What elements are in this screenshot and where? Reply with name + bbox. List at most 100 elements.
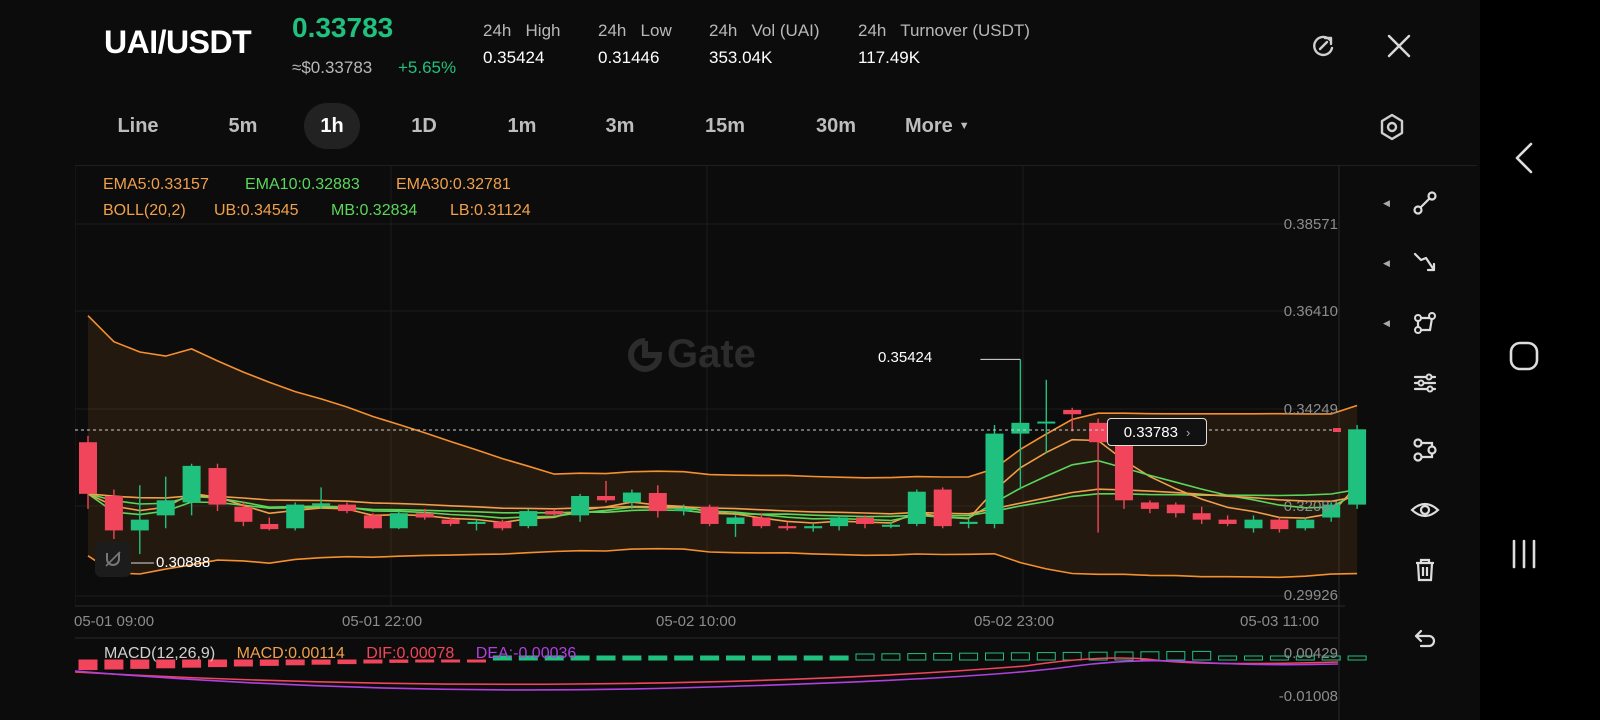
back-icon[interactable] <box>1509 140 1539 176</box>
stat-turnover-label: 24h Turnover (USDT) <box>858 21 1030 40</box>
trash-icon <box>1416 558 1434 582</box>
tab-30m[interactable]: 30m <box>796 103 876 149</box>
ray-tool[interactable]: ◀ <box>1375 233 1475 293</box>
candle-body <box>752 517 771 527</box>
candle-body <box>1270 519 1289 530</box>
timeframe-tabs: Line 5m 1h 1D 1m 3m 15m 30m More ▼ <box>95 102 985 150</box>
macd-histogram-bar <box>751 655 771 661</box>
refresh-icon[interactable] <box>1308 31 1338 61</box>
trend-line-icon <box>1413 191 1437 215</box>
candle-body <box>467 521 486 524</box>
candle-body <box>363 515 382 529</box>
stat-turnover-value: 117.49K <box>858 48 921 67</box>
candle-body <box>493 521 512 529</box>
y-tick-0: 0.38571 <box>1283 216 1338 233</box>
macd-histogram-bar <box>1062 651 1082 661</box>
macd-histogram-bar <box>1192 650 1212 661</box>
settings-icon[interactable] <box>1377 112 1407 142</box>
candle-body <box>1218 519 1237 524</box>
high-marker-label: 0.35424 <box>878 349 933 366</box>
candle-body <box>182 465 201 503</box>
shape-icon <box>1414 312 1436 334</box>
candle-body <box>648 492 667 512</box>
candle-body <box>1089 422 1108 443</box>
legend-ema10: EMA10:0.32883 <box>245 176 360 193</box>
y-tick-3: 0.32087 <box>1283 498 1338 515</box>
watermark-text: Gate <box>667 332 756 376</box>
candle-body <box>104 495 123 531</box>
candle-body <box>1115 442 1133 501</box>
macd-histogram-bar <box>907 653 927 661</box>
home-icon[interactable] <box>1508 340 1540 372</box>
candle-body <box>519 511 538 527</box>
expand-left-icon: ◀ <box>1383 197 1390 208</box>
candle-body <box>1011 422 1030 434</box>
trading-panel: UAI/USDT 0.33783 ≈$0.33783 +5.65% 24h Hi… <box>0 0 1480 720</box>
candle-body <box>1166 504 1185 514</box>
candle-body <box>1244 519 1263 529</box>
indicators-tool[interactable] <box>1375 353 1475 413</box>
candle-body <box>830 517 849 527</box>
kline-chart[interactable]: EMA5:0.33157 EMA10:0.32883 EMA30:0.32781… <box>74 165 1477 720</box>
eye-icon <box>1410 502 1440 518</box>
current-price-tag[interactable]: 0.33783 › <box>1107 418 1207 446</box>
tab-more[interactable]: More ▼ <box>905 103 985 149</box>
tab-5m[interactable]: 5m <box>198 103 288 149</box>
tab-line[interactable]: Line <box>95 103 181 149</box>
macd-histogram-bar <box>622 655 642 661</box>
candle-body <box>933 489 952 527</box>
candle-body <box>156 500 175 516</box>
y-tick-2: 0.34249 <box>1283 401 1338 418</box>
candle-body <box>338 504 356 512</box>
delete-tool[interactable] <box>1375 540 1475 600</box>
tab-1h[interactable]: 1h <box>304 103 360 149</box>
macd-histogram-bar <box>803 655 823 661</box>
candle-body <box>571 495 590 516</box>
macd-histogram-bar <box>1010 652 1030 661</box>
price-change: +5.65% <box>398 58 457 77</box>
x-tick-0: 05-01 09:00 <box>74 613 155 630</box>
macd-histogram-bar <box>829 655 849 661</box>
candle-body <box>804 526 823 529</box>
legend-lb: LB:0.31124 <box>450 202 531 219</box>
ray-icon <box>1413 252 1436 272</box>
macd-histogram-bar <box>648 655 668 661</box>
candle-body <box>597 495 615 501</box>
candle-body <box>234 506 253 522</box>
expand-left-icon: ◀ <box>1383 257 1390 268</box>
tab-1d[interactable]: 1D <box>384 103 464 149</box>
visibility-tool[interactable] <box>1375 480 1475 540</box>
macd-histogram-bar <box>959 652 979 661</box>
link-tool[interactable] <box>1375 420 1475 480</box>
caret-down-icon: ▼ <box>958 120 970 132</box>
close-icon[interactable] <box>1384 31 1414 61</box>
tab-15m[interactable]: 15m <box>685 103 765 149</box>
macd-histogram-bar <box>1166 651 1186 661</box>
tab-more-label: More <box>905 115 953 137</box>
legend-mb: MB:0.32834 <box>331 202 418 219</box>
usd-price: ≈$0.33783 <box>292 58 373 77</box>
candle-body <box>415 513 434 518</box>
chart-canvas[interactable] <box>75 166 1477 720</box>
undo-tool[interactable] <box>1375 608 1475 668</box>
recents-icon[interactable] <box>1508 538 1540 570</box>
candle-body <box>312 503 331 506</box>
tab-1m[interactable]: 1m <box>482 103 562 149</box>
candle-body <box>389 513 408 529</box>
candle-body <box>1348 429 1367 505</box>
trend-line-tool[interactable]: ◀ <box>1375 173 1475 233</box>
candle-body <box>79 442 97 494</box>
candle-body <box>726 517 745 524</box>
trading-pair-title[interactable]: UAI/USDT <box>104 24 252 61</box>
stat-low-value: 0.31446 <box>598 48 660 67</box>
shape-tool[interactable]: ◀ <box>1375 293 1475 353</box>
legend-boll: BOLL(20,2) <box>103 202 186 219</box>
x-tick-3: 05-02 23:00 <box>974 613 1055 630</box>
dif-value: DIF:0.00078 <box>366 645 455 662</box>
tab-3m[interactable]: 3m <box>580 103 660 149</box>
macd-histogram-bar <box>1218 655 1238 661</box>
macd-histogram-bar <box>985 652 1004 661</box>
macd-histogram-bar <box>1036 652 1056 661</box>
magnet-icon[interactable] <box>95 541 131 577</box>
stat-vol-value: 353.04K <box>709 48 773 67</box>
